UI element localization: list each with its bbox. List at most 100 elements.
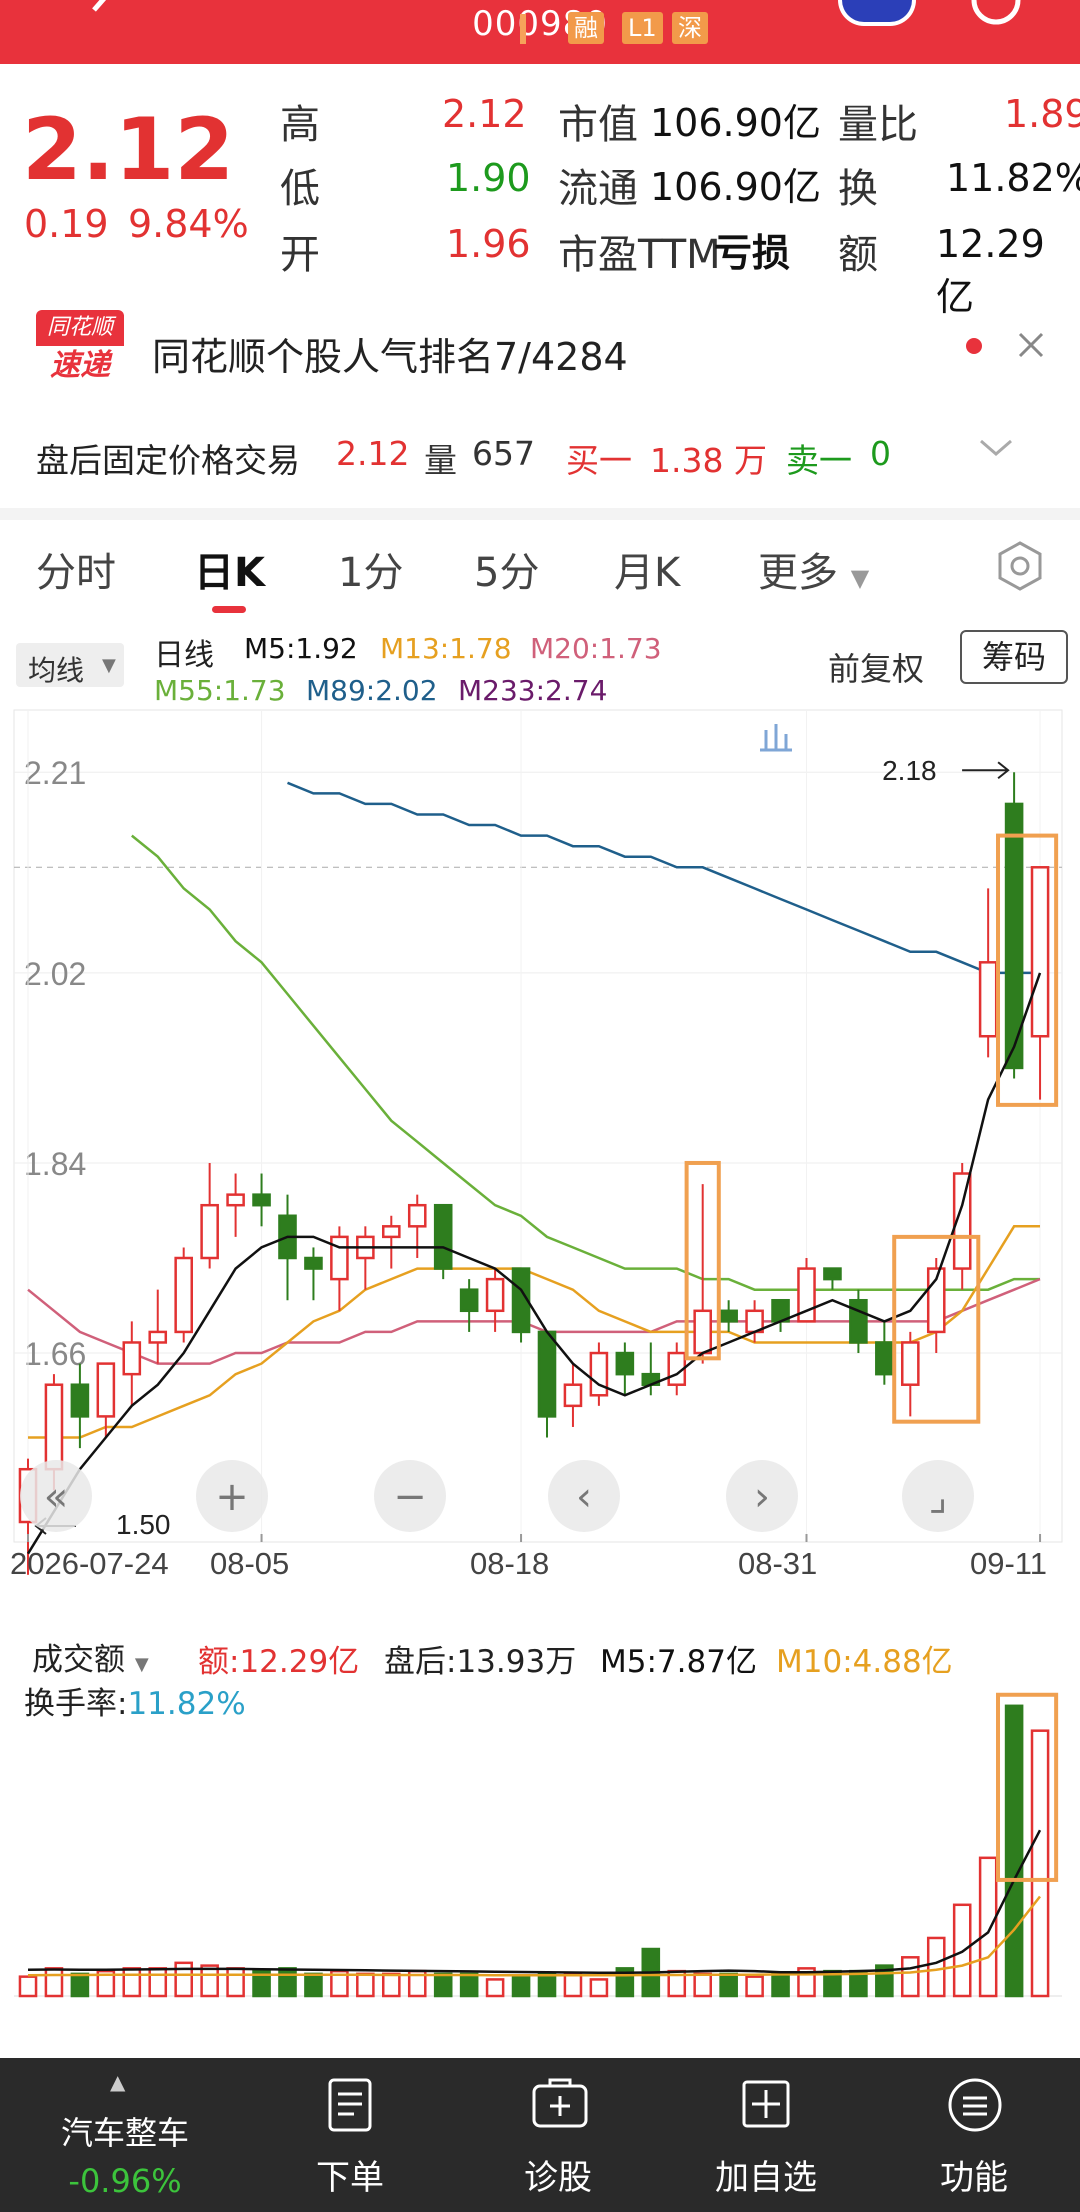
- pe-label-text: 市盈TTM: [558, 232, 721, 278]
- functions-button[interactable]: 功能: [884, 2058, 1064, 2212]
- after-hours-vol-label: 量: [424, 441, 457, 480]
- after-hours-vol: 657: [472, 434, 535, 473]
- diagnose-button[interactable]: 诊股: [468, 2058, 648, 2212]
- x-tick-label: 08-31: [738, 1546, 817, 1580]
- y-tick-label: 1.84: [24, 1146, 86, 1182]
- high-label: 高: [280, 102, 320, 148]
- functions-label: 功能: [940, 2158, 1008, 2198]
- order-button[interactable]: 下单: [260, 2058, 440, 2212]
- high-value: 2.12: [442, 92, 527, 136]
- tab-1min[interactable]: 1分: [338, 540, 403, 598]
- news-logo[interactable]: 同花顺 速递: [36, 310, 124, 386]
- volume-bar: [1030, 1729, 1050, 1998]
- section-divider: [0, 508, 1080, 520]
- volume-ma5: M5:7.87亿: [600, 1644, 757, 1680]
- volume-bar: [278, 1967, 297, 1998]
- chart-control-button[interactable]: −: [374, 1460, 446, 1532]
- y-tick-label: 2.21: [24, 755, 86, 791]
- candle-body: [589, 1351, 609, 1397]
- volume-bar: [44, 1967, 64, 1998]
- candle-body: [719, 1309, 738, 1323]
- close-icon[interactable]: [1016, 330, 1046, 364]
- kline-type-label: 日线: [154, 638, 214, 673]
- ma-selector-label: 均线: [28, 654, 85, 687]
- top-bar: 000980 融 L1 深: [0, 0, 1080, 64]
- sector-button[interactable]: ▲ 汽车整车 -0.96%: [30, 2058, 220, 2212]
- candle-body: [330, 1235, 349, 1281]
- volume-bar: [771, 1972, 790, 1998]
- volume-selector[interactable]: 成交额 ▼: [32, 1634, 149, 1679]
- y-tick-label: 2.02: [24, 956, 86, 992]
- chevron-down-icon[interactable]: [978, 436, 1014, 464]
- candle-body: [485, 1277, 505, 1313]
- tab-daily[interactable]: 日K: [194, 540, 265, 598]
- candle-body: [174, 1256, 193, 1334]
- volume-bar: [18, 1975, 38, 1998]
- chart-control-button[interactable]: ›: [726, 1460, 798, 1532]
- volume-bar: [719, 1972, 738, 1998]
- y-tick-label: 1.66: [24, 1336, 86, 1372]
- chart-control-button[interactable]: ‹: [548, 1460, 620, 1532]
- add-watchlist-button[interactable]: 加自选: [676, 2058, 856, 2212]
- tag-level: L1: [622, 12, 663, 44]
- bid1-label: 买一: [566, 441, 632, 480]
- ma-selector[interactable]: 均线 ▼: [16, 643, 124, 687]
- tab-5min[interactable]: 5分: [474, 540, 539, 598]
- volume-bar: [459, 1972, 479, 1998]
- vol-ratio-value: 1.89: [1004, 92, 1080, 136]
- kline-chart[interactable]: 2.21 2.02 1.84 1.66 2.18 1.50 « + − ‹ › ⌟ 2026-07-24…: [0, 700, 1080, 1580]
- mcap-label: 市值: [558, 102, 638, 148]
- popularity-rank-text[interactable]: 同花顺个股人气排名7/4284: [152, 326, 628, 381]
- volume-bar: [693, 1972, 712, 1998]
- low-annotation: 1.50: [116, 1509, 171, 1540]
- ma20-value: M20:1.73: [530, 632, 662, 665]
- pe-label: 市盈TTM: [558, 222, 721, 280]
- candle-body: [200, 1203, 219, 1260]
- volume-bar: [537, 1972, 557, 1998]
- candle-body: [901, 1341, 920, 1386]
- candle-body: [226, 1193, 245, 1207]
- candle-body: [875, 1341, 894, 1376]
- volume-bar: [70, 1972, 90, 1998]
- volume-chart[interactable]: [0, 1690, 1080, 2010]
- sector-change: -0.96%: [68, 2162, 182, 2200]
- volume-bar: [978, 1856, 998, 1998]
- caret-down-icon: ▼: [102, 655, 116, 676]
- volume-bar: [304, 1972, 323, 1998]
- tab-more-label: 更多: [758, 550, 838, 596]
- notification-dot-icon: [966, 338, 982, 354]
- tab-intraday[interactable]: 分时: [36, 540, 116, 598]
- candle-body: [978, 961, 998, 1038]
- news-logo-top: 同花顺: [36, 310, 124, 346]
- open-label: 开: [280, 232, 320, 278]
- caret-up-icon: ▲: [110, 2070, 126, 2094]
- diagnose-label: 诊股: [524, 2158, 592, 2198]
- volume-bar: [511, 1975, 531, 1998]
- after-hours-row[interactable]: 盘后固定价格交易 2.12 量 657 买一 1.38 万 卖一 0: [0, 420, 1080, 490]
- float-value: 106.90亿: [650, 165, 821, 209]
- chip-button[interactable]: 筹码: [960, 630, 1068, 684]
- chart-control-button[interactable]: «: [20, 1460, 92, 1532]
- chart-control-button[interactable]: ⌟: [902, 1460, 974, 1532]
- settings-icon[interactable]: [994, 540, 1046, 596]
- control-glyph: −: [393, 1474, 427, 1520]
- tab-more[interactable]: 更多 ▼: [758, 540, 869, 598]
- x-tick-label: 08-05: [210, 1546, 289, 1580]
- adjust-mode[interactable]: 前复权: [828, 644, 924, 690]
- price-change: 0.19: [24, 202, 109, 246]
- after-hours-price: 2.12: [336, 434, 410, 473]
- low-value: 1.90: [446, 156, 531, 200]
- volume-bar: [901, 1956, 920, 1998]
- tab-monthly[interactable]: 月K: [614, 540, 680, 598]
- candle-body: [252, 1193, 271, 1207]
- candle-body: [563, 1383, 583, 1408]
- chart-control-button[interactable]: +: [196, 1460, 268, 1532]
- float-label: 流通: [558, 166, 638, 212]
- candle-body: [693, 1309, 712, 1355]
- candle-body: [122, 1341, 142, 1376]
- turnover-value: 11.82%: [946, 156, 1080, 200]
- candle-body: [1030, 866, 1050, 1038]
- next-stock-icon[interactable]: [730, 0, 760, 24]
- diagnose-icon: [532, 2078, 588, 2128]
- search-icon[interactable]: [966, 0, 1026, 34]
